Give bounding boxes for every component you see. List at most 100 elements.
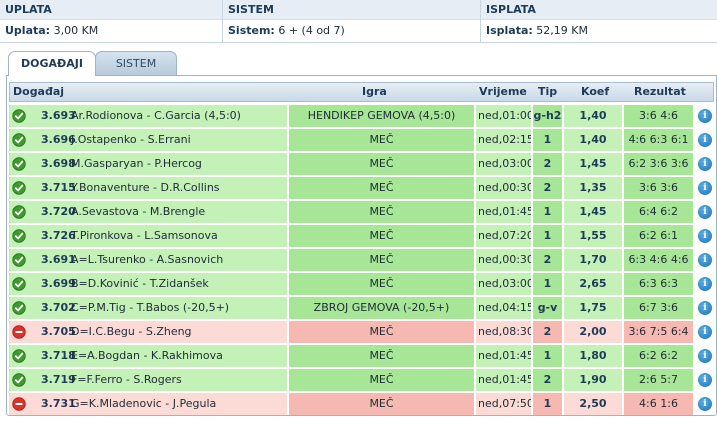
isplata-label: Isplata: (486, 24, 533, 37)
vrijeme-cell: ned,08:30 (476, 321, 531, 343)
koef-cell: 1,45 (564, 201, 622, 223)
col-rezultat: Rezultat (634, 85, 686, 98)
info-cell: i (695, 393, 714, 415)
isplata-value: 52,19 KM (536, 24, 588, 37)
table-row[interactable]: 3.720 A.Sevastova - M.Brengle MEČ ned,01:45… (9, 201, 714, 223)
event-cell: 3.693 Ar.Rodionova - C.Garcia (4,5:0) (9, 105, 287, 127)
vrijeme-cell: ned,01:00 (476, 105, 531, 127)
uplata-row: Uplata: 3,00 KM (0, 20, 222, 42)
koef-cell: 1,40 (564, 129, 622, 151)
info-icon[interactable]: i (698, 109, 712, 123)
info-cell: i (695, 297, 714, 319)
table-row[interactable]: 3.731 G=K.Mladenovic - J.Pegula MEČ ned,07:… (9, 393, 714, 415)
check-circle-icon (12, 157, 26, 171)
koef-cell: 2,50 (564, 393, 622, 415)
event-cell: 3.715 Y.Bonaventure - D.R.Collins (9, 177, 287, 199)
tab-sistem[interactable]: SISTEM (95, 51, 177, 75)
tip-cell: 1 (533, 129, 562, 151)
event-names: D=I.C.Begu - S.Zheng (71, 325, 192, 338)
tip-cell: 1 (533, 393, 562, 415)
sistem-label: Sistem: (228, 24, 275, 37)
uplata-header: UPLATA (0, 0, 222, 20)
table-row[interactable]: 3.715 Y.Bonaventure - D.R.Collins MEČ ned,0… (9, 177, 714, 199)
table-row[interactable]: 3.698 M.Gasparyan - P.Hercog MEČ ned,03:00 2… (9, 153, 714, 175)
tab-dogadaji[interactable]: DOGAĐAJI (8, 51, 96, 76)
info-icon[interactable]: i (698, 277, 712, 291)
uplata-value: 3,00 KM (53, 24, 99, 37)
event-names: Y.Bonaventure - D.R.Collins (71, 181, 220, 194)
table-row[interactable]: 3.699 B=D.Kovinić - T.Zidanšek MEČ ned,03:0… (9, 273, 714, 295)
event-names: Ar.Rodionova - C.Garcia (4,5:0) (71, 109, 241, 122)
check-circle-icon (12, 133, 26, 147)
check-circle-icon (12, 109, 26, 123)
info-icon[interactable]: i (698, 397, 712, 411)
info-icon[interactable]: i (698, 181, 712, 195)
koef-cell: 2,65 (564, 273, 622, 295)
col-tip: Tip (538, 85, 558, 98)
check-circle-icon (12, 373, 26, 387)
tip-cell: g-h2 (533, 105, 562, 127)
koef-cell: 1,70 (564, 249, 622, 271)
table-row[interactable]: 3.718 E=A.Bogdan - K.Rakhimova MEČ ned,01:4… (9, 345, 714, 367)
sistem-value: 6 + (4 od 7) (278, 24, 345, 37)
table-row[interactable]: 3.691 A=L.Tsurenko - A.Sasnovich MEČ ned,00… (9, 249, 714, 271)
check-circle-icon (12, 301, 26, 315)
table-row[interactable]: 3.705 D=I.C.Begu - S.Zheng MEČ ned,08:30 2 2,… (9, 321, 714, 343)
info-cell: i (695, 153, 714, 175)
rezultat-cell: 4:6 1:6 (624, 393, 693, 415)
tip-cell: 2 (533, 369, 562, 391)
igra-cell: MEČ (289, 369, 474, 391)
vrijeme-cell: ned,02:15 (476, 129, 531, 151)
info-icon[interactable]: i (698, 325, 712, 339)
info-cell: i (695, 369, 714, 391)
event-cell: 3.699 B=D.Kovinić - T.Zidanšek (9, 273, 287, 295)
rezultat-cell: 3:6 7:5 6:4 (624, 321, 693, 343)
info-icon[interactable]: i (698, 205, 712, 219)
info-cell: i (695, 273, 714, 295)
check-circle-icon (12, 229, 26, 243)
info-cell: i (695, 249, 714, 271)
igra-cell: MEČ (289, 345, 474, 367)
table-row[interactable]: 3.719 F=F.Ferro - S.Rogers MEČ ned,01:45 2 1,… (9, 369, 714, 391)
info-icon[interactable]: i (698, 373, 712, 387)
tip-cell: 2 (533, 249, 562, 271)
event-names: M.Gasparyan - P.Hercog (71, 157, 202, 170)
info-cell: i (695, 201, 714, 223)
info-icon[interactable]: i (698, 133, 712, 147)
table-row[interactable]: 3.702 C=P.M.Tig - T.Babos (-20,5+) ZBROJ G… (9, 297, 714, 319)
event-names: A=L.Tsurenko - A.Sasnovich (71, 253, 224, 266)
igra-cell: ZBROJ GEMOVA (-20,5+) (289, 297, 474, 319)
event-names: C=P.M.Tig - T.Babos (-20,5+) (71, 301, 230, 314)
info-icon[interactable]: i (698, 253, 712, 267)
col-event: Događaj (13, 85, 65, 98)
table-header: Događaj Igra Vrijeme Tip Koef Rezultat (9, 82, 714, 102)
rezultat-cell: 6:3 6:3 (624, 273, 693, 295)
info-icon[interactable]: i (698, 349, 712, 363)
info-icon[interactable]: i (698, 229, 712, 243)
igra-cell: MEČ (289, 201, 474, 223)
info-cell: i (695, 129, 714, 151)
rezultat-cell: 3:6 3:6 (624, 177, 693, 199)
rezultat-cell: 6:3 4:6 4:6 (624, 249, 693, 271)
igra-cell: MEČ (289, 153, 474, 175)
table-row[interactable]: 3.726 T.Pironkova - L.Samsonova MEČ ned,07:… (9, 225, 714, 247)
vrijeme-cell: ned,04:15 (476, 297, 531, 319)
info-icon[interactable]: i (698, 157, 712, 171)
tip-cell: 2 (533, 321, 562, 343)
rezultat-cell: 2:6 5:7 (624, 369, 693, 391)
col-igra: Igra (362, 85, 387, 98)
event-cell: 3.718 E=A.Bogdan - K.Rakhimova (9, 345, 287, 367)
check-circle-icon (12, 181, 26, 195)
info-icon[interactable]: i (698, 301, 712, 315)
table-row[interactable]: 3.696 J.Ostapenko - S.Errani MEČ ned,02:15 1… (9, 129, 714, 151)
vrijeme-cell: ned,01:45 (476, 369, 531, 391)
tip-cell: 2 (533, 177, 562, 199)
uplata-label: Uplata: (5, 24, 51, 37)
tip-cell: 2 (533, 153, 562, 175)
event-names: G=K.Mladenovic - J.Pegula (71, 397, 217, 410)
col-koef: Koef (581, 85, 610, 98)
minus-circle-icon (12, 397, 26, 411)
summary-uplata: UPLATA Uplata: 3,00 KM (0, 0, 223, 43)
igra-cell: MEČ (289, 321, 474, 343)
table-row[interactable]: 3.693 Ar.Rodionova - C.Garcia (4,5:0) HEND… (9, 105, 714, 127)
